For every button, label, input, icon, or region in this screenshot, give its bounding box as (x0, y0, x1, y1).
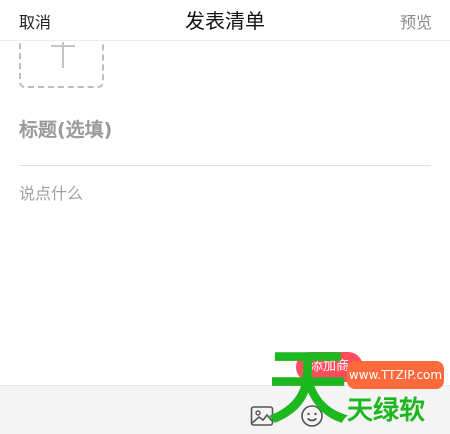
publish-list-page: 取消 发表清单 预览 添加商 天 www.TTZIP.com 天绿软 (0, 0, 450, 434)
content-textarea[interactable] (19, 180, 431, 330)
plus-icon-bar (51, 45, 75, 47)
top-nav-bar: 取消 发表清单 预览 (0, 0, 450, 41)
title-input[interactable] (19, 114, 431, 146)
page-title: 发表清单 (185, 9, 265, 33)
watermark-logo-char: 天 (268, 341, 348, 434)
title-divider (19, 165, 431, 166)
watermark-url-badge: www.TTZIP.com (347, 361, 444, 389)
preview-button[interactable]: 预览 (400, 9, 432, 33)
watermark-subtitle: 天绿软 (347, 396, 426, 426)
